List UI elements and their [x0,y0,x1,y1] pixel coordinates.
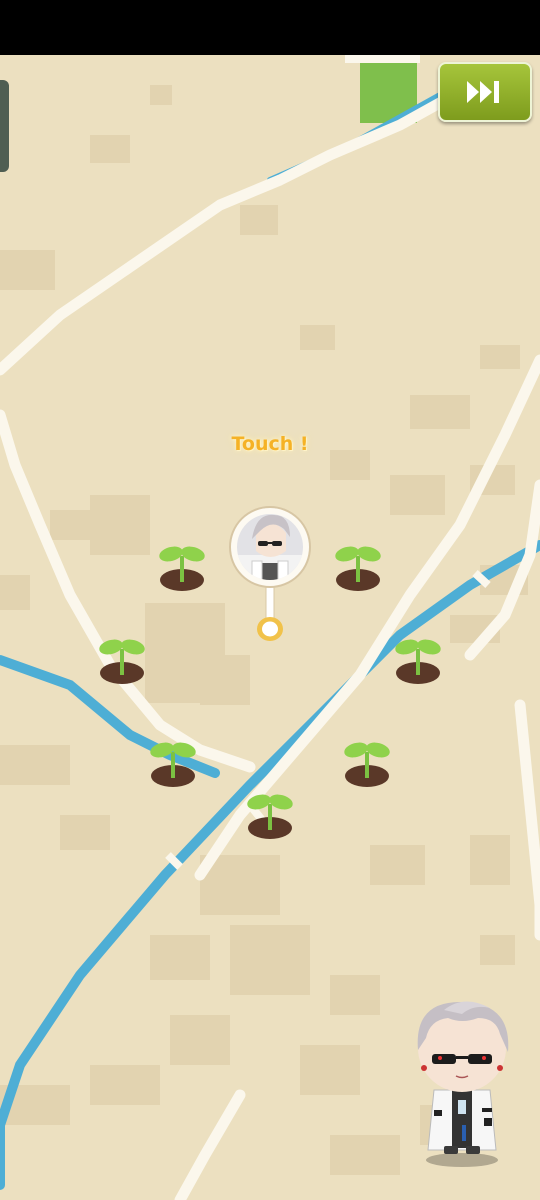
sprout-icon[interactable] [242,790,298,842]
sprout-icon[interactable] [330,542,386,594]
sprout-icon[interactable] [145,738,201,790]
sprout-icon[interactable] [390,635,446,687]
character-portrait-pin-icon [229,506,311,641]
side-panel-tab[interactable] [0,80,9,172]
location-pin[interactable] [226,505,314,647]
game-map[interactable]: Touch ! [0,55,540,1200]
fast-forward-icon [467,81,499,103]
touch-prompt: Touch ! [231,433,309,455]
sprout-icon[interactable] [339,738,395,790]
sprout-icon[interactable] [94,635,150,687]
chibi-scientist-icon [417,1001,509,1167]
sprout-icon[interactable] [154,542,210,594]
skip-button[interactable] [438,62,532,122]
status-bar [0,0,540,55]
